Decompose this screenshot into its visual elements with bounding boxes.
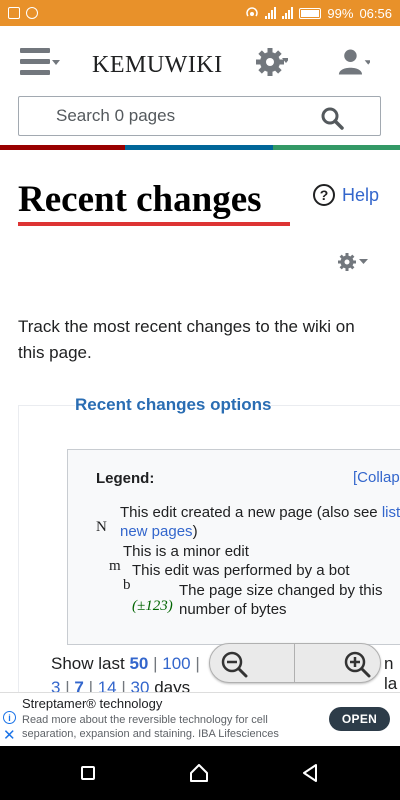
show-last-row: Show last 50 | 100 | (51, 654, 200, 674)
legend-minor-text: This is a minor edit (123, 543, 249, 560)
color-stripe (0, 145, 400, 150)
help-icon: ? (313, 184, 335, 206)
menu-bar (20, 70, 50, 75)
ad-title: Streptamer® technology (22, 696, 163, 711)
search-icon[interactable] (320, 106, 344, 130)
ad-banner[interactable]: i ✕ Streptamer® technology Read more abo… (0, 692, 400, 746)
settings-gear-icon[interactable] (256, 46, 288, 78)
search-input[interactable]: Search 0 pages (18, 96, 381, 136)
legend-new-page-close: ) (192, 523, 198, 540)
menu-bar (20, 59, 50, 64)
stripe-red (0, 145, 125, 150)
legend-heading: Legend: (96, 470, 155, 487)
bot-mark: b (123, 577, 131, 593)
stripe-green (273, 145, 400, 150)
zoom-control (209, 643, 381, 683)
page-settings-gear-icon[interactable] (337, 252, 373, 272)
screen: 99% 06:56 KEMUWIKI Search 0 pages Recent… (0, 0, 400, 800)
user-menu-icon[interactable] (338, 46, 370, 78)
separator: | (195, 654, 200, 673)
legend-bot-text: This edit was performed by a bot (132, 562, 350, 579)
zoom-out-icon (221, 651, 248, 678)
battery-icon (299, 7, 322, 19)
legend-box: Legend: [Collapse] N This edit created a… (67, 449, 400, 645)
home-icon[interactable] (190, 764, 208, 782)
back-icon[interactable] (302, 764, 318, 782)
signal-icon (265, 7, 277, 19)
intro-text: Track the most recent changes to the wik… (18, 317, 355, 362)
show-last-label: Show last (51, 654, 125, 673)
show-last-trail: n la (384, 654, 398, 693)
system-nav-bar (0, 746, 400, 800)
site-logo[interactable]: KEMUWIKI (92, 52, 223, 79)
new-page-mark: N (96, 519, 107, 535)
ad-info-icon[interactable]: i (3, 711, 16, 724)
ad-body: Read more about the reversible technolog… (22, 714, 279, 740)
clock: 06:56 (359, 5, 392, 21)
legend-size-text: The page size changed by this number of … (179, 582, 383, 618)
limit-50-link[interactable]: 50 (129, 654, 148, 673)
recents-icon[interactable] (81, 766, 95, 780)
main-menu-button[interactable] (20, 48, 60, 78)
ad-open-button[interactable]: OPEN (329, 707, 390, 731)
size-mark: (±123) (132, 598, 173, 614)
stripe-blue (125, 145, 273, 150)
status-bar: 99% 06:56 (0, 0, 400, 26)
help-label: Help (342, 184, 380, 205)
legend-new-page: This edit created a new page (also see l… (120, 503, 400, 541)
signal-icon-2 (282, 7, 294, 19)
separator: | (153, 654, 158, 673)
app-notification-icon (26, 7, 38, 19)
ad-close-icon[interactable]: ✕ (3, 728, 16, 743)
battery-percent: 99% (327, 5, 354, 21)
menu-bar (20, 48, 50, 53)
help-link[interactable]: ? Help (313, 184, 379, 206)
chevron-down-icon (52, 60, 60, 65)
legend-new-page-text: This edit created a new page (also see (120, 504, 382, 521)
limit-100-link[interactable]: 100 (162, 654, 190, 673)
zoom-in-icon (344, 651, 371, 678)
zoom-in-button[interactable] (295, 644, 380, 682)
options-title: Recent changes options (75, 395, 272, 415)
search-placeholder: Search 0 pages (56, 106, 176, 125)
page-title: Recent changes (18, 179, 262, 220)
image-notification-icon (8, 7, 20, 19)
zoom-out-button[interactable] (210, 644, 295, 682)
hotspot-icon (246, 7, 259, 17)
minor-mark: m (109, 558, 121, 574)
legend-collapse-link[interactable]: [Collapse] (353, 469, 400, 486)
title-underline (18, 222, 290, 226)
site-header: KEMUWIKI (0, 26, 400, 106)
